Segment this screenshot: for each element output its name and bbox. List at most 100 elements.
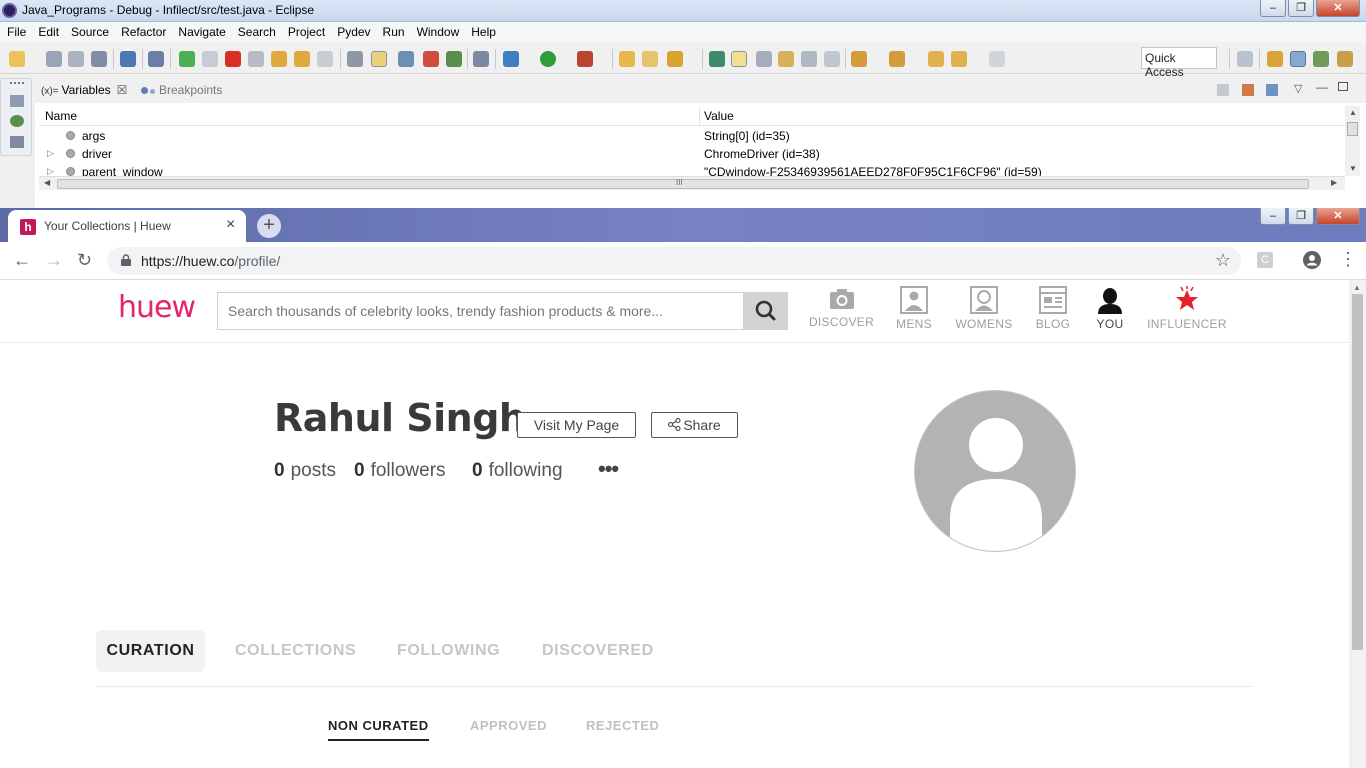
debug-view-icon[interactable] xyxy=(10,115,24,127)
bookmark-star-icon[interactable]: ☆ xyxy=(1215,250,1231,271)
share-button[interactable]: Share xyxy=(651,412,738,438)
variables-vertical-scrollbar[interactable]: ▲ ▼ xyxy=(1345,106,1360,176)
scroll-left-icon[interactable]: ◀ xyxy=(44,178,50,187)
scroll-up-icon[interactable]: ▲ xyxy=(1349,108,1357,117)
page-scroll-thumb[interactable] xyxy=(1352,294,1363,650)
nav-mens[interactable]: MENS xyxy=(893,286,935,338)
menu-help[interactable]: Help xyxy=(465,22,502,39)
column-name[interactable]: Name xyxy=(45,109,77,123)
huew-logo[interactable]: huew xyxy=(118,290,196,325)
page-scrollbar[interactable]: ▲ xyxy=(1349,280,1366,768)
eclipse-close-button[interactable]: ✕ xyxy=(1316,0,1360,17)
chrome-maximize-button[interactable]: ❐ xyxy=(1288,208,1314,225)
profile-avatar[interactable] xyxy=(914,390,1076,552)
menu-source[interactable]: Source xyxy=(65,22,115,39)
pydev-perspective-icon[interactable] xyxy=(1313,51,1329,67)
nav-influencer[interactable]: INFLUENCER xyxy=(1144,286,1230,338)
close-tab-icon[interactable]: × xyxy=(226,216,235,234)
expand-arrow-icon[interactable]: ▷ xyxy=(47,166,54,176)
browser-tab[interactable]: h Your Collections | Huew × xyxy=(8,210,246,242)
visit-my-page-button[interactable]: Visit My Page xyxy=(517,412,636,438)
search-button[interactable] xyxy=(743,293,788,329)
menu-project[interactable]: Project xyxy=(282,22,331,39)
step-return-icon[interactable] xyxy=(317,51,333,67)
debug-perspective-icon[interactable] xyxy=(1290,51,1306,67)
subtab-non-curated[interactable]: NON CURATED xyxy=(328,718,429,741)
print-icon[interactable] xyxy=(91,51,107,67)
address-bar[interactable]: https://huew.co/profile/ ☆ xyxy=(107,247,1241,275)
nav-you[interactable]: YOU xyxy=(1094,286,1126,338)
console-icon[interactable] xyxy=(120,51,136,67)
new-package-icon[interactable] xyxy=(619,51,635,67)
tab-variables[interactable]: (x)= Variables ☒ xyxy=(41,83,127,97)
variable-row[interactable]: ▷ parent_window "CDwindow-F25346939561AE… xyxy=(39,163,1345,176)
expand-arrow-icon[interactable]: ▷ xyxy=(47,148,54,159)
column-value[interactable]: Value xyxy=(704,109,734,123)
debug-breakpoint-icon[interactable] xyxy=(423,51,439,67)
variable-row[interactable]: ▷ driver ChromeDriver (id=38) xyxy=(39,145,1345,163)
search-pin-icon[interactable] xyxy=(709,51,725,67)
eclipse-minimize-button[interactable]: – xyxy=(1260,0,1286,17)
tab-discovered[interactable]: DISCOVERED xyxy=(542,630,654,672)
menu-edit[interactable]: Edit xyxy=(32,22,65,39)
step-over-icon[interactable] xyxy=(294,51,310,67)
skip-breakpoints-icon[interactable] xyxy=(148,51,164,67)
variables-horizontal-scrollbar[interactable]: ◀ III ▶ xyxy=(39,176,1345,190)
show-logical-structure-icon[interactable] xyxy=(1242,84,1254,96)
search-input[interactable] xyxy=(218,293,742,329)
open-perspective-icon[interactable] xyxy=(1237,51,1253,67)
suspend-icon[interactable] xyxy=(202,51,218,67)
word-wrap-icon[interactable] xyxy=(778,51,794,67)
block-selection-icon[interactable] xyxy=(801,51,817,67)
toggle-mark-occurrences-icon[interactable] xyxy=(731,51,747,67)
new-tab-button[interactable]: + xyxy=(257,214,281,238)
expressions-icon[interactable] xyxy=(10,136,24,148)
menu-run[interactable]: Run xyxy=(377,22,411,39)
tab-breakpoints[interactable]: Breakpoints xyxy=(141,83,222,97)
step-into-icon[interactable] xyxy=(271,51,287,67)
new-file-icon[interactable] xyxy=(9,51,25,67)
restore-icon[interactable] xyxy=(10,95,24,107)
followers-stat[interactable]: 0 followers xyxy=(354,460,446,482)
open-type-icon[interactable] xyxy=(667,51,683,67)
package-icon[interactable] xyxy=(473,51,489,67)
scroll-down-icon[interactable]: ▼ xyxy=(1349,164,1357,173)
scroll-right-icon[interactable]: ▶ xyxy=(1331,178,1337,187)
subtab-rejected[interactable]: REJECTED xyxy=(586,718,659,733)
nav-blog[interactable]: BLOG xyxy=(1034,286,1072,338)
chrome-close-button[interactable]: ✕ xyxy=(1316,208,1360,225)
reload-icon[interactable]: ↻ xyxy=(77,250,92,271)
scroll-up-icon[interactable]: ▲ xyxy=(1353,283,1361,292)
save-icon[interactable] xyxy=(46,51,62,67)
open-folder-icon[interactable] xyxy=(642,51,658,67)
maximize-view-icon[interactable] xyxy=(1338,82,1348,91)
menu-refactor[interactable]: Refactor xyxy=(115,22,172,39)
tab-curation[interactable]: CURATION xyxy=(96,630,205,672)
following-stat[interactable]: 0 following xyxy=(472,460,563,482)
chrome-minimize-button[interactable]: – xyxy=(1260,208,1286,225)
back-icon[interactable] xyxy=(951,51,967,67)
previous-annotation-icon[interactable] xyxy=(889,51,905,67)
java-perspective-icon[interactable] xyxy=(1267,51,1283,67)
toggle-block-icon[interactable] xyxy=(756,51,772,67)
menu-navigate[interactable]: Navigate xyxy=(172,22,231,39)
nav-discover[interactable]: DISCOVER xyxy=(808,286,875,338)
external-tools-icon[interactable] xyxy=(577,51,593,67)
git-perspective-icon[interactable] xyxy=(1337,51,1353,67)
run-as-icon[interactable] xyxy=(540,51,556,67)
minimize-view-icon[interactable]: — xyxy=(1316,80,1328,94)
menu-pydev[interactable]: Pydev xyxy=(331,22,376,39)
tab-following[interactable]: FOLLOWING xyxy=(397,630,500,672)
more-options-icon[interactable]: ••• xyxy=(598,456,619,482)
terminate-icon[interactable] xyxy=(225,51,241,67)
menu-file[interactable]: File xyxy=(0,22,32,39)
tab-collections[interactable]: COLLECTIONS xyxy=(235,630,356,672)
view-menu-icon[interactable]: ▽ xyxy=(1294,82,1306,95)
chrome-menu-icon[interactable]: ⋮ xyxy=(1339,249,1357,270)
forward-arrow-icon[interactable]: → xyxy=(45,250,63,271)
quick-access-field[interactable]: Quick Access xyxy=(1141,47,1217,79)
variable-row[interactable]: args String[0] (id=35) xyxy=(39,127,1345,145)
next-annotation-icon[interactable] xyxy=(851,51,867,67)
subtab-approved[interactable]: APPROVED xyxy=(470,718,547,733)
posts-stat[interactable]: 0 posts xyxy=(274,460,336,482)
